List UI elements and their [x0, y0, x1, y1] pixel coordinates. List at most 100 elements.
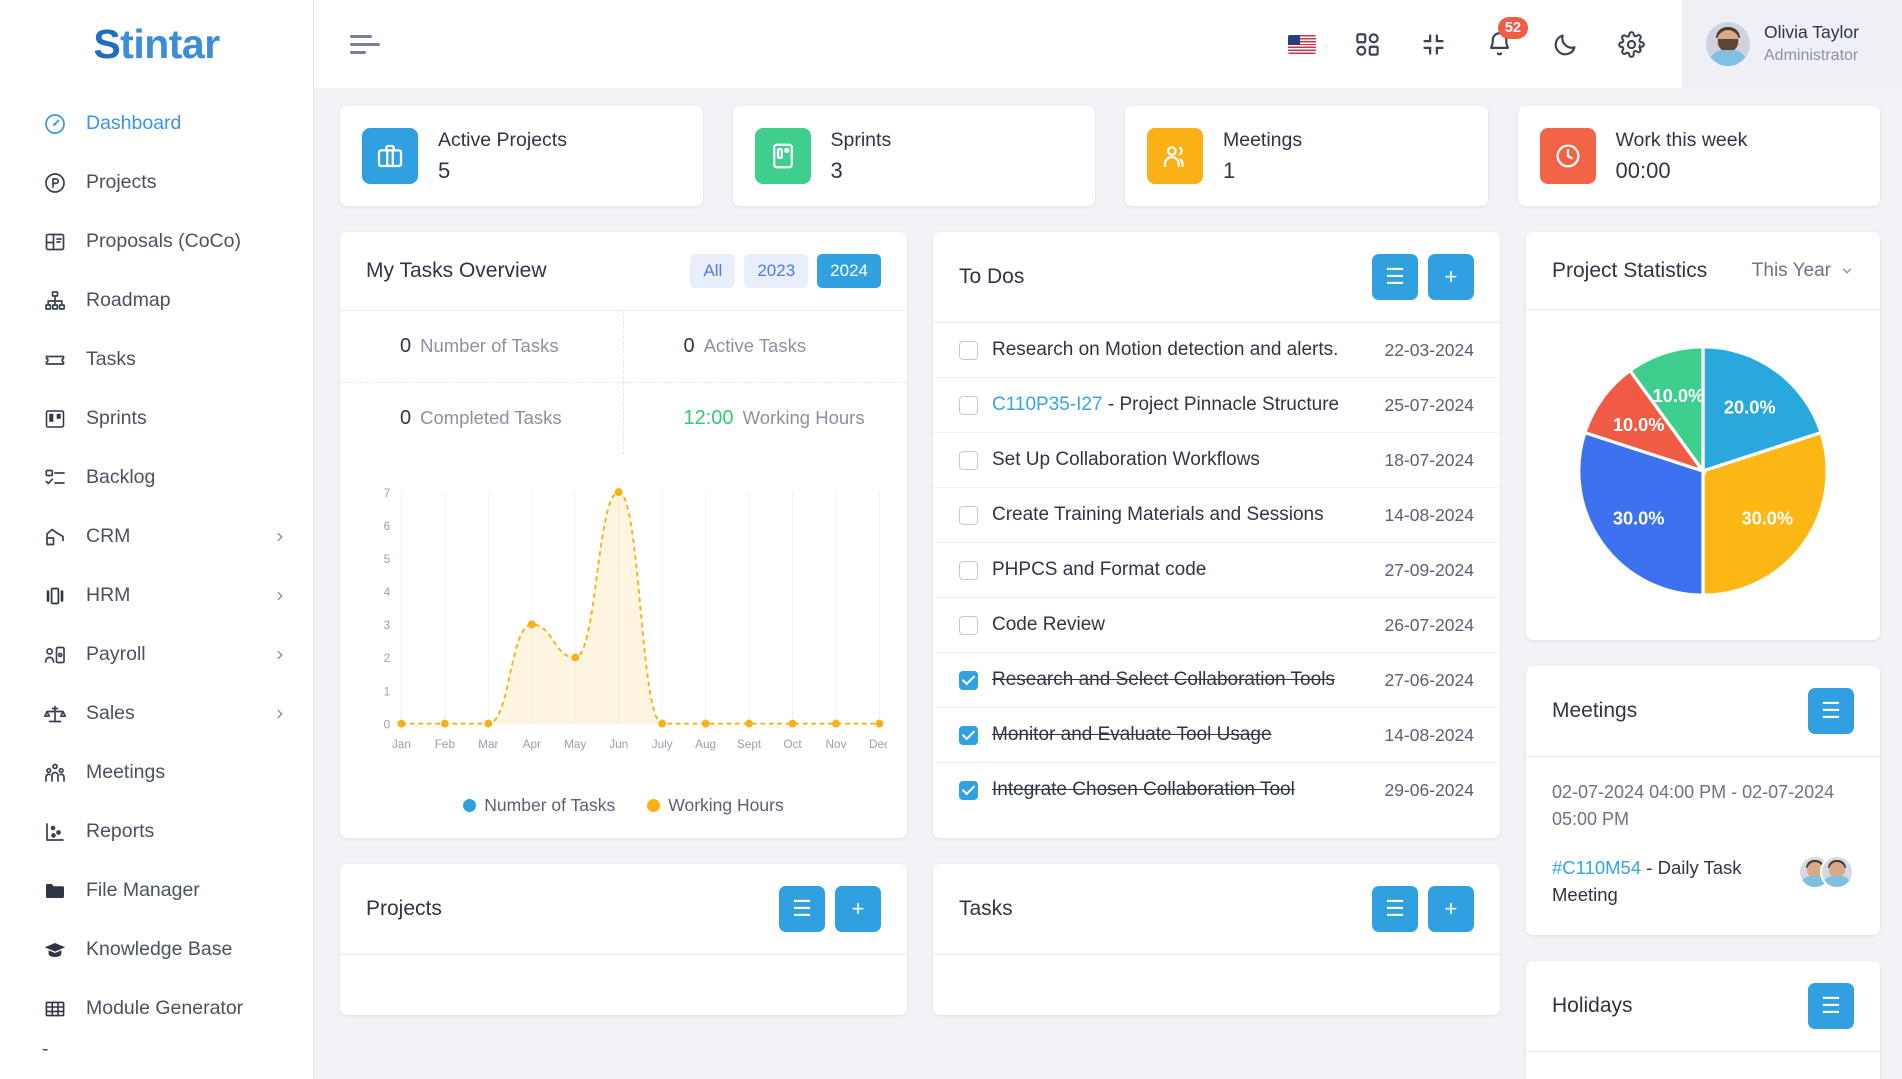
- list-icon[interactable]: ☰: [1808, 688, 1854, 734]
- meeting-id-link[interactable]: #C110M54: [1552, 857, 1641, 878]
- year-filter-2024[interactable]: 2024: [817, 254, 881, 288]
- plus-icon[interactable]: +: [1428, 886, 1474, 932]
- stat-card-active-projects[interactable]: Active Projects 5: [340, 106, 703, 206]
- todo-text: Research on Motion detection and alerts.: [992, 339, 1370, 361]
- todo-item[interactable]: C110P35-I27 - Project Pinnacle Structure…: [933, 378, 1500, 433]
- sidebar-item-meetings[interactable]: Meetings: [0, 743, 313, 802]
- list-icon[interactable]: ☰: [1372, 254, 1418, 300]
- todo-item[interactable]: PHPCS and Format code 27-09-2024: [933, 543, 1500, 598]
- sidebar-item-tasks[interactable]: Tasks: [0, 330, 313, 389]
- sidebar-item-knowledge-base[interactable]: Knowledge Base: [0, 920, 313, 979]
- people-group-icon: [42, 760, 68, 786]
- gear-icon[interactable]: [1616, 29, 1646, 59]
- my-tasks-overview-card: My Tasks Overview All 2023 2024 0 Number of…: [340, 232, 907, 838]
- sidebar-item-label: File Manager: [86, 879, 200, 901]
- plus-icon[interactable]: +: [1428, 254, 1474, 300]
- todo-checkbox[interactable]: [959, 395, 978, 415]
- sidebar-item-sprints[interactable]: Sprints: [0, 389, 313, 448]
- sidebar-item-roadmap[interactable]: Roadmap: [0, 271, 313, 330]
- todo-label: Create Training Materials and Sessions: [992, 504, 1324, 525]
- stat-card-label: Meetings: [1223, 129, 1303, 152]
- svg-text:Sept: Sept: [737, 738, 762, 751]
- todo-checkbox[interactable]: [959, 560, 978, 580]
- moon-icon[interactable]: [1550, 29, 1580, 59]
- sidebar-trailing: -: [42, 1038, 49, 1060]
- projects-title: Projects: [366, 897, 442, 920]
- list-icon[interactable]: ☰: [1372, 886, 1418, 932]
- apps-grid-icon[interactable]: [1352, 29, 1382, 59]
- legend-item[interactable]: Number of Tasks: [463, 795, 615, 816]
- sidebar-item-reports[interactable]: Reports: [0, 802, 313, 861]
- year-filter-2023[interactable]: 2023: [744, 254, 809, 288]
- sidebar-item-backlog[interactable]: Backlog: [0, 448, 313, 507]
- meeting-entry[interactable]: #C110M54 - Daily Task Meeting: [1552, 855, 1854, 909]
- list-icon[interactable]: ☰: [779, 886, 825, 932]
- stat-card-sprints[interactable]: Sprints 3: [732, 106, 1095, 206]
- stat-card-label: Sprints: [830, 129, 892, 152]
- stat-card-text: Meetings 1: [1223, 128, 1302, 184]
- fullscreen-exit-icon[interactable]: [1418, 29, 1448, 59]
- sidebar-item-dashboard[interactable]: Dashboard: [0, 94, 313, 153]
- stat-card-value: 5: [438, 157, 451, 183]
- tasks-area-chart: 0 1 2 3 4 5 6 7 Jan Feb Mar Apr May Jun July Aug Sept Oct…: [340, 454, 907, 785]
- todo-item[interactable]: Set Up Collaboration Workflows 18-07-202…: [933, 433, 1500, 488]
- sprint-board-icon: [754, 128, 811, 184]
- hamburger-icon[interactable]: [348, 29, 382, 60]
- handshake-icon: [42, 524, 68, 550]
- sidebar-item-label: Module Generator: [86, 997, 244, 1019]
- todo-item[interactable]: Create Training Materials and Sessions 1…: [933, 488, 1500, 543]
- stat-card-text: Work this week 00:00: [1616, 128, 1748, 184]
- sidebar-item-projects[interactable]: Projects: [0, 153, 313, 212]
- todo-link[interactable]: C110P35-I27: [992, 394, 1103, 415]
- todo-checkbox[interactable]: [959, 725, 978, 745]
- sidebar-item-file-manager[interactable]: File Manager: [0, 861, 313, 920]
- list-icon[interactable]: ☰: [1808, 982, 1854, 1029]
- sidebar-item-module-generator[interactable]: Module Generator: [0, 979, 313, 1038]
- stat-card-work-this-week[interactable]: Work this week 00:00: [1517, 106, 1880, 206]
- year-filter-all[interactable]: All: [690, 254, 736, 288]
- todo-date: 18-07-2024: [1384, 449, 1474, 470]
- language-flag-us-icon[interactable]: [1288, 34, 1316, 54]
- sidebar-item-payroll[interactable]: Payroll: [0, 625, 313, 684]
- todo-item[interactable]: Monitor and Evaluate Tool Usage 14-08-20…: [933, 708, 1500, 763]
- sidebar-item-hrm[interactable]: HRM: [0, 566, 313, 625]
- todo-item[interactable]: Research and Select Collaboration Tools …: [933, 653, 1500, 708]
- sidebar-item-label: Tasks: [86, 348, 136, 370]
- svg-text:0: 0: [384, 718, 391, 731]
- users-icon: [1147, 128, 1203, 184]
- todo-checkbox[interactable]: [959, 340, 978, 360]
- bell-icon[interactable]: 52: [1484, 17, 1528, 59]
- meeting-title: #C110M54 - Daily Task Meeting: [1552, 855, 1784, 909]
- todos-list: Research on Motion detection and alerts.…: [933, 323, 1500, 817]
- sidebar-item-crm[interactable]: CRM: [0, 507, 313, 566]
- todo-item[interactable]: Research on Motion detection and alerts.…: [933, 323, 1500, 378]
- todo-checkbox[interactable]: [959, 780, 978, 800]
- meetings-body: 02-07-2024 04:00 PM - 02-07-2024 05:00 P…: [1526, 757, 1880, 935]
- stat-card-meetings[interactable]: Meetings 1: [1125, 106, 1488, 206]
- plus-icon[interactable]: +: [835, 886, 881, 932]
- sidebar-item-sales[interactable]: Sales: [0, 684, 313, 743]
- projects-body: [340, 955, 907, 1015]
- todo-date: 27-09-2024: [1384, 559, 1474, 580]
- todo-checkbox[interactable]: [959, 670, 978, 690]
- brand-logo[interactable]: Stintar: [0, 0, 313, 88]
- project-statistics-pie: 20.0% 30.0% 30.0% 10.0% 10.0%: [1526, 310, 1880, 640]
- legend-item[interactable]: Working Hours: [647, 795, 784, 816]
- svg-text:10.0%: 10.0%: [1653, 386, 1705, 406]
- tasks-card: Tasks ☰ +: [933, 864, 1500, 1015]
- todo-item[interactable]: Code Review 26-07-2024: [933, 598, 1500, 653]
- todo-item[interactable]: Integrate Chosen Collaboration Tool 29-0…: [933, 763, 1500, 817]
- user-profile-menu[interactable]: Olivia Taylor Administrator: [1682, 0, 1902, 88]
- left-column: My Tasks Overview All 2023 2024 0 Number of…: [340, 232, 1500, 1079]
- app-root: Stintar Dashboard Projects Proposals (CoCo…: [0, 0, 1902, 1079]
- svg-text:Jan: Jan: [392, 738, 411, 751]
- todo-date: 27-06-2024: [1384, 669, 1474, 690]
- todo-checkbox[interactable]: [959, 505, 978, 525]
- todo-text: Set Up Collaboration Workflows: [992, 449, 1370, 471]
- range-dropdown[interactable]: This Year: [1752, 260, 1854, 282]
- todo-checkbox[interactable]: [959, 615, 978, 635]
- sidebar-item-proposals-coco[interactable]: Proposals (CoCo): [0, 212, 313, 271]
- circle-p-icon: [42, 170, 68, 196]
- right-column: Project Statistics This Year 20.0% 30.0% 3…: [1526, 232, 1880, 1079]
- todo-checkbox[interactable]: [959, 450, 978, 470]
